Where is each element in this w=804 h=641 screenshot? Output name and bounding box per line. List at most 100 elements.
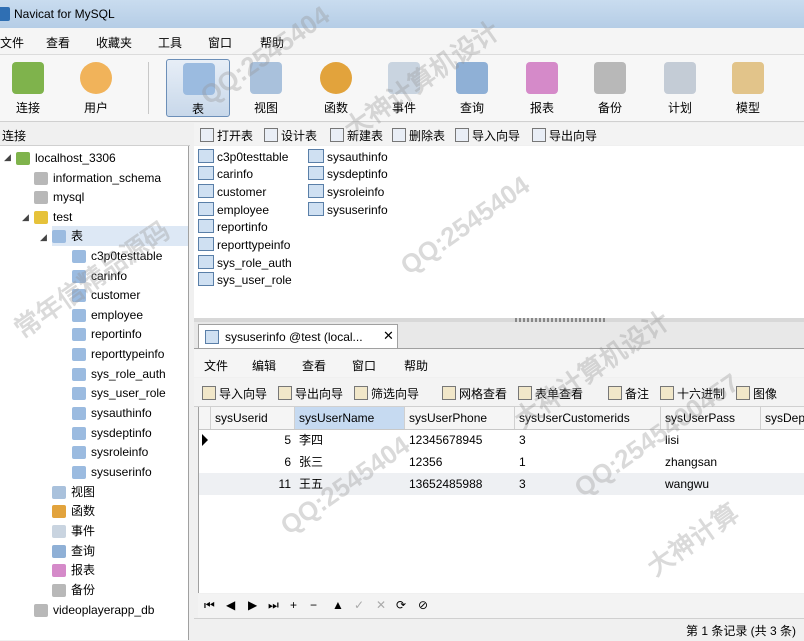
column-header[interactable]: sysUserPass xyxy=(661,407,761,429)
tree-views-node[interactable]: 视图 xyxy=(52,482,95,502)
grid-cell[interactable]: 王五 xyxy=(295,473,405,495)
toolbar-user-button[interactable]: 用户 xyxy=(64,59,128,117)
table-row[interactable]: 6 张三 12356 1 zhangsan xyxy=(199,451,804,473)
collapse-icon[interactable]: ◢ xyxy=(4,152,11,163)
tree-table[interactable]: c3p0testtable xyxy=(72,246,162,266)
tab-sysuserinfo[interactable]: sysuserinfo @test (local... ✕ xyxy=(198,324,398,348)
tree-connection[interactable]: localhost_3306 xyxy=(16,148,116,168)
column-header[interactable]: sysUserName xyxy=(295,407,405,429)
object-list-item[interactable]: sysdeptinfo xyxy=(308,166,388,183)
tree-table[interactable]: carinfo xyxy=(72,266,127,286)
grid-cell[interactable]: 6 xyxy=(211,451,295,473)
tree-table[interactable]: sys_user_role xyxy=(72,383,166,403)
object-list-item[interactable]: customer xyxy=(198,184,266,201)
toolbar-query-button[interactable]: 查询 xyxy=(440,59,504,117)
toolbar-function-button[interactable]: 函数 xyxy=(304,59,368,117)
tree-table[interactable]: sysdeptinfo xyxy=(72,423,152,443)
image-button[interactable]: 图像 xyxy=(736,385,777,402)
menu-window[interactable]: 窗口 xyxy=(208,34,232,51)
grid-cell[interactable]: 12356 xyxy=(405,451,515,473)
design-table-button[interactable]: 设计表 xyxy=(264,127,317,144)
previous-record-button[interactable]: ◀ xyxy=(226,598,235,612)
tree-db-test[interactable]: test xyxy=(34,207,72,227)
tree-queries-node[interactable]: 查询 xyxy=(52,541,95,561)
grid-cell[interactable]: 李四 xyxy=(295,429,405,451)
grid-cell[interactable]: wangwu xyxy=(661,473,761,495)
hex-button[interactable]: 十六进制 xyxy=(660,385,725,402)
tree-table[interactable]: reportinfo xyxy=(72,324,142,344)
tree-table[interactable]: sysroleinfo xyxy=(72,442,148,462)
collapse-icon[interactable]: ◢ xyxy=(22,212,29,223)
toolbar-connection-button[interactable]: 连接 xyxy=(0,59,60,117)
stop-button[interactable]: ⊘ xyxy=(418,598,428,612)
tree-tables-node[interactable]: 表 xyxy=(52,226,188,246)
delete-table-button[interactable]: 删除表 xyxy=(392,127,445,144)
grid-cell[interactable]: 13652485988 xyxy=(405,473,515,495)
filter-wizard-button[interactable]: 筛选向导 xyxy=(354,385,419,402)
object-list-item[interactable]: reportinfo xyxy=(198,219,268,236)
toolbar-model-button[interactable]: 模型 xyxy=(716,59,780,117)
submenu-window[interactable]: 窗口 xyxy=(352,357,376,374)
object-list-item[interactable]: employee xyxy=(198,202,269,219)
toolbar-report-button[interactable]: 报表 xyxy=(510,59,574,117)
import-wizard-button[interactable]: 导入向导 xyxy=(455,127,520,144)
tree-db-mysql[interactable]: mysql xyxy=(34,187,84,207)
toolbar-view-button[interactable]: 视图 xyxy=(234,59,298,117)
add-record-button[interactable]: + xyxy=(290,598,297,612)
menu-view[interactable]: 查看 xyxy=(46,34,70,51)
tree-table[interactable]: sys_role_auth xyxy=(72,364,166,384)
discard-changes-button[interactable]: ✕ xyxy=(376,598,386,612)
delete-record-button[interactable]: − xyxy=(310,598,317,612)
open-table-button[interactable]: 打开表 xyxy=(200,127,253,144)
column-header[interactable]: sysUserPhone xyxy=(405,407,515,429)
submenu-file[interactable]: 文件 xyxy=(204,357,228,374)
refresh-button[interactable]: ⟳ xyxy=(396,598,406,612)
object-list-item[interactable]: carinfo xyxy=(198,166,253,183)
submenu-edit[interactable]: 编辑 xyxy=(252,357,276,374)
grid-cell[interactable]: 3 xyxy=(515,473,661,495)
column-header[interactable]: sysUserCustomerids xyxy=(515,407,661,429)
grid-cell[interactable]: 张三 xyxy=(295,451,405,473)
submenu-view[interactable]: 查看 xyxy=(302,357,326,374)
tree-backups-node[interactable]: 备份 xyxy=(52,580,95,600)
toolbar-event-button[interactable]: 事件 xyxy=(372,59,436,117)
toolbar-backup-button[interactable]: 备份 xyxy=(578,59,642,117)
last-record-button[interactable]: ⏭ xyxy=(268,598,279,613)
collapse-icon[interactable]: ◢ xyxy=(40,232,47,243)
column-header[interactable]: sysUserid xyxy=(211,407,295,429)
toolbar-table-button[interactable]: 表 xyxy=(166,59,230,117)
toolbar-schedule-button[interactable]: 计划 xyxy=(648,59,712,117)
tree-table[interactable]: employee xyxy=(72,305,143,325)
new-table-button[interactable]: 新建表 xyxy=(330,127,383,144)
tree-events-node[interactable]: 事件 xyxy=(52,521,95,541)
grid-cell[interactable]: 1 xyxy=(515,451,661,473)
table-row[interactable]: 11 王五 13652485988 3 wangwu xyxy=(199,473,804,495)
column-header[interactable]: sysDep xyxy=(761,407,804,429)
tree-db-videoplayerapp[interactable]: videoplayerapp_db xyxy=(34,600,154,620)
object-list-item[interactable]: reporttypeinfo xyxy=(198,237,290,254)
grid-view-button[interactable]: 网格查看 xyxy=(442,385,507,402)
grid-cell[interactable]: lisi xyxy=(661,429,761,451)
tree-table[interactable]: sysauthinfo xyxy=(72,403,152,423)
export-wizard-button[interactable]: 导出向导 xyxy=(532,127,597,144)
menu-tools[interactable]: 工具 xyxy=(158,34,182,51)
close-icon[interactable]: ✕ xyxy=(383,328,394,344)
next-record-button[interactable]: ▶ xyxy=(248,598,257,612)
grid-cell[interactable]: 3 xyxy=(515,429,661,451)
memo-button[interactable]: 备注 xyxy=(608,385,649,402)
object-list-item[interactable]: sys_role_auth xyxy=(198,255,292,272)
object-list-item[interactable]: sysroleinfo xyxy=(308,184,384,201)
grid-cell[interactable]: zhangsan xyxy=(661,451,761,473)
menu-favorites[interactable]: 收藏夹 xyxy=(96,34,132,51)
grid-cell[interactable]: 11 xyxy=(211,473,295,495)
object-list-item[interactable]: sysuserinfo xyxy=(308,202,388,219)
object-list-item[interactable]: c3p0testtable xyxy=(198,149,288,166)
tree-functions-node[interactable]: 函数 xyxy=(52,501,95,521)
tree-table[interactable]: customer xyxy=(72,285,140,305)
object-list-item[interactable]: sys_user_role xyxy=(198,272,292,289)
first-record-button[interactable]: ⏮ xyxy=(204,598,215,613)
tree-table[interactable]: reporttypeinfo xyxy=(72,344,164,364)
grid-cell[interactable]: 12345678945 xyxy=(405,429,515,451)
apply-changes-button[interactable]: ✓ xyxy=(354,598,364,612)
import-wizard-button[interactable]: 导入向导 xyxy=(202,385,267,402)
